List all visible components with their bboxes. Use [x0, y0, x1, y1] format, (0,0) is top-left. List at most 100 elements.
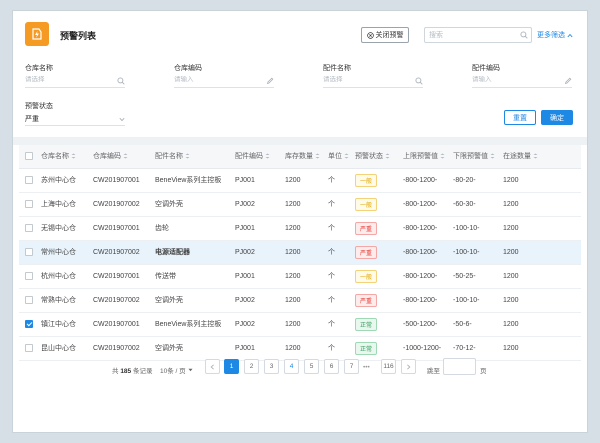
column-header-code[interactable]: 仓库编码 [93, 145, 155, 169]
column-header-transit[interactable]: 在途数量 [503, 145, 581, 169]
search-icon[interactable] [520, 31, 528, 39]
table-row[interactable]: 苏州中心仓 CW201907001 BeneView系列主控板 PJ001 1200 个一… [19, 168, 581, 193]
close-warning-button[interactable]: 关闭预警 [361, 27, 409, 43]
warehouse-name-cell: 杭州中心仓 [41, 264, 93, 289]
in-transit-cell: 1200 [503, 216, 581, 241]
unit-cell: 个 [328, 312, 355, 337]
more-filters-link[interactable]: 更多筛选 [537, 30, 573, 40]
column-header-part-code[interactable]: 配件编码 [235, 145, 285, 169]
part-code-cell: PJ002 [235, 288, 285, 313]
table-row[interactable]: 上海中心仓 CW201907002 空调外壳 PJ002 1200 个一般 -800-120… [19, 192, 581, 217]
select-all-checkbox[interactable] [25, 152, 33, 161]
filter-label: 配件名称 [323, 65, 351, 72]
status-cell: 严重 [355, 216, 403, 241]
column-header-warehouse[interactable]: 仓库名称 [41, 145, 93, 169]
page-7-button[interactable]: 7 [344, 359, 359, 374]
page-1-button[interactable]: 1 [224, 359, 239, 374]
warehouse-code-cell: CW201907002 [93, 288, 155, 313]
unit-cell: 个 [328, 264, 355, 289]
lower-limit-cell: -50-25- [453, 264, 503, 289]
row-checkbox[interactable] [25, 272, 33, 280]
upper-limit-cell: -800-1200- [403, 168, 453, 193]
table-row[interactable]: 杭州中心仓 CW201907001 传送带 PJ001 1200 个一般 -800-1200… [19, 264, 581, 289]
column-header-part[interactable]: 配件名称 [155, 145, 235, 169]
in-transit-cell: 1200 [503, 288, 581, 313]
row-checkbox[interactable] [25, 224, 33, 232]
row-checkbox[interactable] [25, 320, 33, 328]
row-checkbox[interactable] [25, 296, 33, 304]
section-divider [13, 137, 587, 145]
lower-limit-cell: -100-10- [453, 288, 503, 313]
sort-icon [344, 153, 349, 159]
table-row[interactable]: 常州中心仓 CW201907002 电源适配器 PJ002 1200 个严重 -800-12… [19, 240, 581, 265]
column-header-upper[interactable]: 上限预警值 [403, 145, 453, 169]
status-cell: 一般 [355, 168, 403, 193]
warehouse-name-cell: 苏州中心仓 [41, 168, 93, 193]
page-2-button[interactable]: 2 [244, 359, 259, 374]
warehouse-name-cell: 常州中心仓 [41, 240, 93, 265]
warehouse-code-cell: CW201907002 [93, 192, 155, 217]
part-code-input[interactable] [472, 76, 560, 83]
sort-icon [71, 153, 76, 159]
search-input[interactable] [425, 28, 513, 42]
warning-status-select[interactable]: 严重 [25, 114, 125, 126]
chevron-up-icon [567, 33, 573, 37]
column-header-unit[interactable]: 单位 [328, 145, 355, 169]
pagination-ellipsis[interactable]: ••• [363, 364, 370, 371]
prev-page-button[interactable] [205, 359, 220, 374]
reset-button[interactable]: 重置 [504, 110, 536, 125]
part-code-cell: PJ002 [235, 312, 285, 337]
page-3-button[interactable]: 3 [264, 359, 279, 374]
sort-icon [185, 153, 190, 159]
table-row[interactable]: 常熟中心仓 CW201907002 空调外壳 PJ002 1200 个严重 -800-120… [19, 288, 581, 313]
filter-warehouse-code: 仓库编码 [174, 63, 274, 88]
app-logo [25, 22, 49, 46]
filter-label: 仓库名称 [25, 65, 53, 72]
table-row[interactable]: 镇江中心仓 CW201907001 BeneView系列主控板 PJ002 1200 个正… [19, 312, 581, 337]
row-checkbox[interactable] [25, 248, 33, 256]
upper-limit-cell: -800-1200- [403, 192, 453, 217]
caret-down-icon [188, 368, 193, 372]
column-header-qty[interactable]: 库存数量 [285, 145, 328, 169]
page-6-button[interactable]: 6 [324, 359, 339, 374]
row-checkbox[interactable] [25, 344, 33, 352]
warehouse-code-cell: CW201907002 [93, 240, 155, 265]
sort-icon [385, 153, 390, 159]
part-code-cell: PJ001 [235, 216, 285, 241]
close-circle-icon [366, 31, 374, 39]
upper-limit-cell: -500-1200- [403, 312, 453, 337]
page-last-button[interactable]: 116 [381, 359, 396, 374]
jump-page-input[interactable] [443, 358, 476, 375]
table-row[interactable]: 无锡中心仓 CW201907001 齿轮 PJ001 1200 个严重 -800-1200-… [19, 216, 581, 241]
warehouse-code-input[interactable] [174, 76, 262, 83]
page-5-button[interactable]: 5 [304, 359, 319, 374]
page-size-select[interactable]: 10条 / 页 [160, 365, 193, 375]
page-4-button[interactable]: 4 [284, 359, 299, 374]
warning-status-value: 严重 [25, 116, 39, 123]
status-cell: 正常 [355, 312, 403, 337]
part-name-cell: 传送带 [155, 264, 235, 289]
warehouse-name-select[interactable] [25, 76, 113, 83]
stock-qty-cell: 1200 [285, 288, 328, 313]
filter-part-code: 配件编码 [472, 63, 572, 88]
total-records: 共 185 条记录 [112, 368, 153, 375]
row-checkbox[interactable] [25, 200, 33, 208]
part-name-select[interactable] [323, 76, 411, 83]
in-transit-cell: 1200 [503, 240, 581, 265]
stock-qty-cell: 1200 [285, 240, 328, 265]
row-checkbox[interactable] [25, 176, 33, 184]
status-badge: 严重 [355, 293, 378, 307]
warehouse-name-cell: 无锡中心仓 [41, 216, 93, 241]
column-header-lower[interactable]: 下限预警值 [453, 145, 503, 169]
status-cell: 严重 [355, 240, 403, 265]
filter-part-name: 配件名称 [323, 63, 423, 88]
jump-suffix: 页 [480, 368, 487, 375]
sort-icon [490, 153, 495, 159]
confirm-button[interactable]: 确定 [541, 110, 573, 125]
column-header-status[interactable]: 预警状态 [355, 145, 403, 169]
filter-field [174, 76, 274, 88]
filter-field [472, 76, 572, 88]
unit-cell: 个 [328, 216, 355, 241]
page-title: 预警列表 [60, 31, 97, 41]
next-page-button[interactable] [401, 359, 416, 374]
